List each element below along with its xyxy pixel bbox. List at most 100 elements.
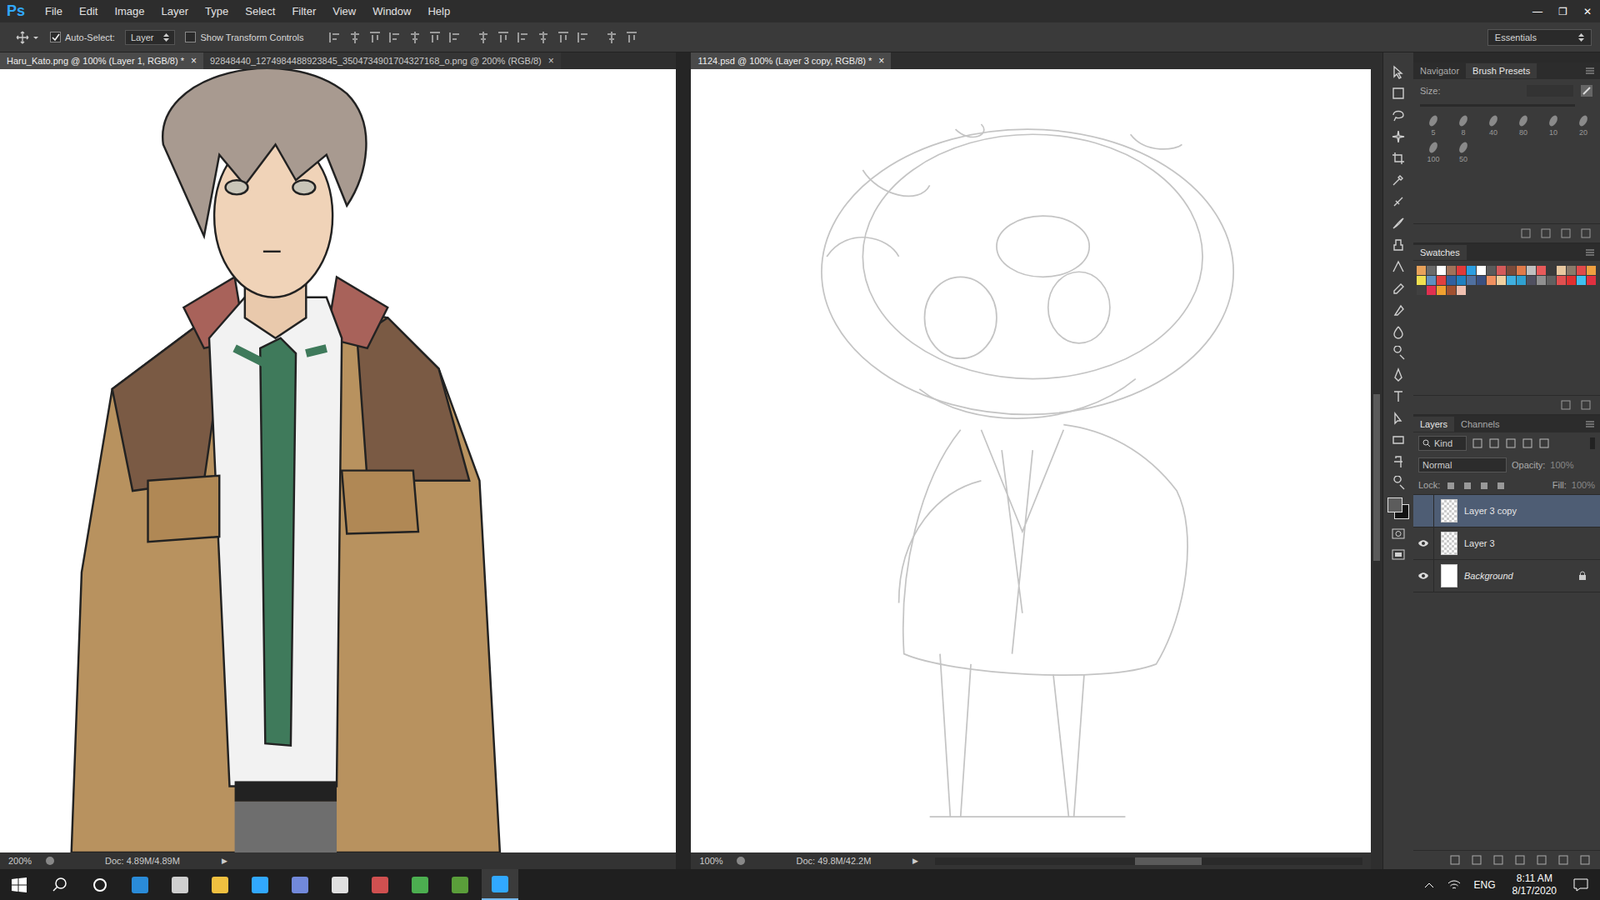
- screen-mode-icon[interactable]: [1390, 547, 1406, 563]
- layer-action-icon[interactable]: [1535, 855, 1549, 865]
- panel-tab[interactable]: Brush Presets: [1465, 63, 1537, 79]
- tool-icon[interactable]: [1390, 194, 1406, 210]
- swatch[interactable]: [1536, 265, 1546, 275]
- tool-icon[interactable]: [1390, 324, 1406, 340]
- swatch[interactable]: [1576, 275, 1586, 285]
- lock-option-icon[interactable]: [1445, 479, 1457, 491]
- taskbar-app-icon[interactable]: [281, 869, 319, 900]
- swatch[interactable]: [1446, 285, 1456, 295]
- align-icon[interactable]: [515, 30, 531, 45]
- tab-close-button[interactable]: ×: [190, 55, 197, 67]
- layer-action-icon[interactable]: [1448, 855, 1462, 865]
- swatch[interactable]: [1566, 265, 1576, 275]
- swatch[interactable]: [1416, 275, 1426, 285]
- swatch[interactable]: [1586, 275, 1596, 285]
- swatch[interactable]: [1436, 265, 1446, 275]
- layer-action-icon[interactable]: [1513, 855, 1527, 865]
- filter-kind-dropdown[interactable]: Kind: [1418, 435, 1467, 451]
- panel-tab[interactable]: Navigator: [1413, 63, 1466, 79]
- swatch[interactable]: [1506, 265, 1516, 275]
- panel-tab[interactable]: Channels: [1454, 416, 1506, 432]
- panel-action-icon[interactable]: [1540, 228, 1552, 239]
- swatch[interactable]: [1456, 275, 1466, 285]
- target-dropdown[interactable]: Layer: [125, 30, 176, 45]
- taskbar-app-icon[interactable]: [241, 869, 279, 900]
- menu-item[interactable]: File: [36, 5, 71, 18]
- search-icon[interactable]: [51, 876, 69, 894]
- menu-item[interactable]: Help: [419, 5, 459, 18]
- taskbar-app-icon[interactable]: [441, 869, 479, 900]
- panel-menu-icon[interactable]: [1585, 66, 1595, 75]
- tool-icon[interactable]: [1390, 85, 1406, 101]
- tool-icon[interactable]: [1390, 345, 1406, 361]
- tab-close-button[interactable]: ×: [878, 55, 885, 67]
- swatch[interactable]: [1486, 265, 1496, 275]
- document-tab[interactable]: 92848440_1274984488923845_35047349017043…: [203, 52, 561, 70]
- menu-item[interactable]: Select: [236, 5, 284, 18]
- quick-mask-icon[interactable]: [1390, 525, 1406, 541]
- align-icon[interactable]: [624, 30, 640, 45]
- status-menu-arrow[interactable]: ▶: [221, 856, 228, 865]
- layer-row[interactable]: Layer 3 copy: [1413, 495, 1600, 528]
- size-field[interactable]: [1526, 85, 1574, 97]
- panel-tab[interactable]: Layers: [1413, 416, 1455, 432]
- brush-preset[interactable]: 10: [1540, 113, 1567, 137]
- tool-icon[interactable]: [1390, 367, 1406, 383]
- swatch[interactable]: [1486, 275, 1496, 285]
- tool-icon[interactable]: [1390, 454, 1406, 470]
- window-control[interactable]: —: [1525, 5, 1550, 18]
- taskbar-app-icon[interactable]: [321, 869, 359, 900]
- visibility-toggle[interactable]: [1413, 495, 1435, 527]
- swatch[interactable]: [1466, 265, 1476, 275]
- lock-option-icon[interactable]: [1461, 479, 1474, 491]
- tool-icon[interactable]: [1390, 389, 1406, 405]
- layer-row[interactable]: Background: [1413, 560, 1600, 593]
- swatch[interactable]: [1516, 275, 1526, 285]
- size-slider[interactable]: [1420, 104, 1575, 107]
- filter-type-icon[interactable]: [1505, 437, 1517, 450]
- swatch[interactable]: [1466, 275, 1476, 285]
- align-icon[interactable]: [427, 30, 443, 45]
- swatch[interactable]: [1446, 275, 1456, 285]
- auto-select-checkbox[interactable]: Auto-Select:: [50, 31, 115, 43]
- clock[interactable]: 8:11 AM8/17/2020: [1504, 872, 1565, 898]
- swatch[interactable]: [1496, 265, 1506, 275]
- align-icon[interactable]: [535, 30, 551, 45]
- menu-item[interactable]: Image: [105, 5, 153, 18]
- scroll-thumb[interactable]: [1373, 394, 1380, 561]
- panel-action-icon[interactable]: [1580, 228, 1592, 239]
- brush-preset[interactable]: 80: [1510, 113, 1537, 137]
- taskbar-app-icon[interactable]: [201, 869, 239, 900]
- swatch[interactable]: [1516, 265, 1526, 275]
- menu-item[interactable]: Type: [196, 5, 237, 18]
- swatch[interactable]: [1546, 275, 1556, 285]
- move-tool-icon[interactable]: [15, 30, 40, 45]
- brush-preset[interactable]: 20: [1570, 113, 1597, 137]
- filter-type-icon[interactable]: [1488, 437, 1500, 450]
- swatch[interactable]: [1526, 275, 1536, 285]
- brush-preset[interactable]: 5: [1420, 113, 1447, 137]
- swatch[interactable]: [1456, 285, 1466, 295]
- filter-type-icon[interactable]: [1471, 437, 1484, 450]
- layer-action-icon[interactable]: [1556, 855, 1570, 865]
- align-icon[interactable]: [475, 30, 491, 45]
- tool-icon[interactable]: [1390, 172, 1406, 188]
- blend-mode-dropdown[interactable]: Normal: [1418, 457, 1507, 473]
- tool-icon[interactable]: [1390, 475, 1406, 491]
- menu-item[interactable]: Layer: [153, 5, 198, 18]
- tab-close-button[interactable]: ×: [548, 55, 555, 67]
- brush-preset[interactable]: 40: [1480, 113, 1507, 137]
- taskbar-app-icon[interactable]: [121, 869, 159, 900]
- menu-item[interactable]: Edit: [70, 5, 106, 18]
- swatch[interactable]: [1416, 265, 1426, 275]
- layer-action-icon[interactable]: [1578, 855, 1592, 865]
- window-control[interactable]: ✕: [1575, 5, 1600, 18]
- visibility-toggle[interactable]: [1413, 527, 1435, 560]
- layer-action-icon[interactable]: [1470, 855, 1484, 865]
- layer-row[interactable]: Layer 3: [1413, 527, 1600, 560]
- checkbox-box[interactable]: [185, 31, 196, 43]
- swatch[interactable]: [1476, 275, 1486, 285]
- align-icon[interactable]: [555, 30, 571, 45]
- window-control[interactable]: ❐: [1550, 5, 1575, 18]
- visibility-toggle[interactable]: [1413, 560, 1435, 592]
